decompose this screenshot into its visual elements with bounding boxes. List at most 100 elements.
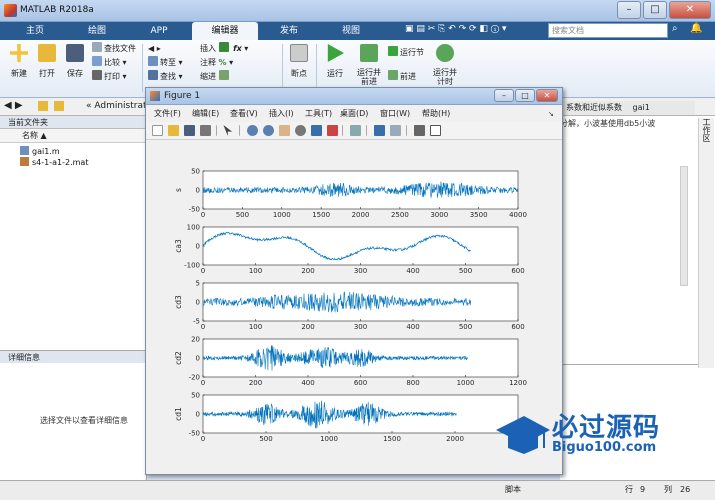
insert-button[interactable]: 插入 fx ▾ xyxy=(200,42,280,56)
row-label: 行 xyxy=(625,485,633,494)
goto-button[interactable]: 转至 ▾ xyxy=(148,56,193,70)
nav-back-button[interactable]: ◀ ▸ xyxy=(148,42,193,56)
breakpoints-label: 断点 xyxy=(291,69,307,78)
show-plot-tools-icon[interactable] xyxy=(429,125,441,136)
close-button[interactable]: ✕ xyxy=(669,1,711,19)
menu-help[interactable]: 帮助(H) xyxy=(422,106,450,122)
colorbar-icon[interactable] xyxy=(374,125,385,136)
open-file-icon[interactable] xyxy=(167,125,179,136)
zoom-out-icon[interactable] xyxy=(263,125,274,136)
search-docs-input[interactable]: 搜索文档 xyxy=(548,23,668,38)
new-button[interactable]: 新建 xyxy=(6,44,32,79)
minimize-button[interactable]: – xyxy=(617,1,641,19)
y-tick-label: 100 xyxy=(187,224,200,232)
x-tick-label: 800 xyxy=(406,379,419,387)
plus-icon xyxy=(10,44,28,62)
print-figure-icon[interactable] xyxy=(199,125,211,136)
run-button[interactable]: 运行 xyxy=(322,44,348,79)
menu-view[interactable]: 查看(V) xyxy=(230,106,258,122)
x-tick-label: 400 xyxy=(406,267,419,275)
x-tick-label: 100 xyxy=(249,323,262,331)
x-tick-label: 600 xyxy=(511,267,524,275)
zoom-in-icon[interactable] xyxy=(247,125,259,136)
x-tick-label: 200 xyxy=(301,267,314,275)
tab-apps[interactable]: APP xyxy=(128,22,190,40)
x-tick-label: 0 xyxy=(201,379,205,387)
run-advance-label: 运行并 前进 xyxy=(357,68,381,86)
dock-arrow-icon[interactable]: ↘ xyxy=(548,106,554,122)
figure-minimize-button[interactable]: – xyxy=(494,89,514,102)
quick-access-toolbar[interactable]: ▣ ▤ ✂ ⎘ ↶ ↷ ⟳ ◧ ⓘ ▾ xyxy=(405,24,545,38)
indent-button[interactable]: 缩进 xyxy=(200,70,280,84)
figure-maximize-button[interactable]: □ xyxy=(515,89,535,102)
figure-titlebar[interactable]: Figure 1 – □ ✕ xyxy=(146,88,562,105)
tab-publish[interactable]: 发布 xyxy=(258,22,320,40)
tab-view[interactable]: 视图 xyxy=(320,22,382,40)
figure-close-button[interactable]: ✕ xyxy=(536,89,558,102)
find-button[interactable]: 查找 ▾ xyxy=(148,70,193,84)
print-button[interactable]: 打印 ▾ xyxy=(92,70,144,84)
x-tick-label: 500 xyxy=(259,435,272,443)
editor-scrollbar[interactable] xyxy=(680,166,688,286)
run-advance-button[interactable]: 运行并 前进 xyxy=(354,44,384,86)
legend-icon[interactable] xyxy=(389,125,401,136)
menu-insert[interactable]: 插入(I) xyxy=(269,106,294,122)
x-tick-label: 0 xyxy=(201,211,205,219)
toolbar-separator xyxy=(215,125,219,136)
figure-logo-icon xyxy=(150,91,160,101)
toolbar-separator xyxy=(239,125,242,136)
x-tick-label: 1500 xyxy=(312,211,330,219)
printer-icon xyxy=(92,70,102,80)
tab-home[interactable]: 主页 xyxy=(4,22,66,40)
rotate-3d-icon[interactable] xyxy=(294,125,306,136)
menu-tools[interactable]: 工具(T) xyxy=(305,106,332,122)
file-column-header[interactable]: 名称 ▲ xyxy=(0,129,147,143)
save-figure-icon[interactable] xyxy=(183,125,195,136)
editor-tab-gai1[interactable]: gai1 xyxy=(633,103,650,112)
path-breadcrumb[interactable]: « Administrat xyxy=(86,101,147,111)
y-tick-label: 0 xyxy=(196,187,200,195)
brush-icon[interactable] xyxy=(326,125,338,136)
menu-edit[interactable]: 编辑(E) xyxy=(192,106,219,122)
tab-editor[interactable]: 编辑器 xyxy=(192,22,258,40)
file-small-buttons: 查找文件 比较 ▾ 打印 ▾ xyxy=(92,42,144,84)
pan-hand-icon[interactable] xyxy=(278,125,290,136)
editor-code-snippet: 分解，小波基使用db5小波 xyxy=(560,119,656,128)
run-time-button[interactable]: 运行并 计时 xyxy=(430,44,460,86)
breakpoints-button[interactable]: 断点 xyxy=(288,44,310,79)
arrow-cursor-icon[interactable] xyxy=(223,125,233,136)
tab-plots[interactable]: 绘图 xyxy=(66,22,128,40)
menu-desktop[interactable]: 桌面(D) xyxy=(340,106,368,122)
run-section-button[interactable]: 运行节 xyxy=(388,46,430,60)
help-bell-icon[interactable]: 🔔 xyxy=(690,23,702,34)
run-section-icon xyxy=(388,46,398,56)
hide-plot-tools-icon[interactable] xyxy=(413,125,425,136)
folder-up-icon[interactable] xyxy=(38,101,48,111)
open-button[interactable]: 打开 xyxy=(34,44,60,79)
nav-arrows-icon[interactable]: ◀ ▶ xyxy=(4,100,23,111)
save-button[interactable]: 保存 xyxy=(62,44,88,79)
data-cursor-icon[interactable] xyxy=(310,125,322,136)
workspace-side-tab[interactable]: 工作区 xyxy=(698,118,714,368)
file-item[interactable]: s4-1-a1-2.mat xyxy=(20,157,88,168)
find-files-button[interactable]: 查找文件 xyxy=(92,42,144,56)
comment-button[interactable]: 注释 % ▾ xyxy=(200,56,280,70)
search-icon[interactable]: ⌕ xyxy=(672,23,678,34)
separator xyxy=(142,44,143,92)
x-tick-label: 500 xyxy=(236,211,249,219)
advance-button[interactable]: 前进 xyxy=(388,70,430,84)
menu-file[interactable]: 文件(F) xyxy=(154,106,181,122)
advance-label: 前进 xyxy=(400,72,416,81)
link-plot-icon[interactable] xyxy=(350,125,362,136)
compare-button[interactable]: 比较 ▾ xyxy=(92,56,144,70)
new-figure-icon[interactable] xyxy=(152,125,163,136)
name-column-label: 名称 ▲ xyxy=(22,131,47,140)
file-item[interactable]: gai1.m xyxy=(20,146,60,157)
editor-tab-coeffs[interactable]: 系数和近似系数 xyxy=(566,103,622,112)
find-files-label: 查找文件 xyxy=(104,44,136,53)
status-bar: 脚本 行 9 列 26 xyxy=(0,480,715,500)
maximize-button[interactable]: □ xyxy=(643,1,667,19)
menu-window[interactable]: 窗口(W) xyxy=(380,106,410,122)
browse-folder-icon[interactable] xyxy=(54,101,64,111)
col-label: 列 xyxy=(664,485,672,494)
